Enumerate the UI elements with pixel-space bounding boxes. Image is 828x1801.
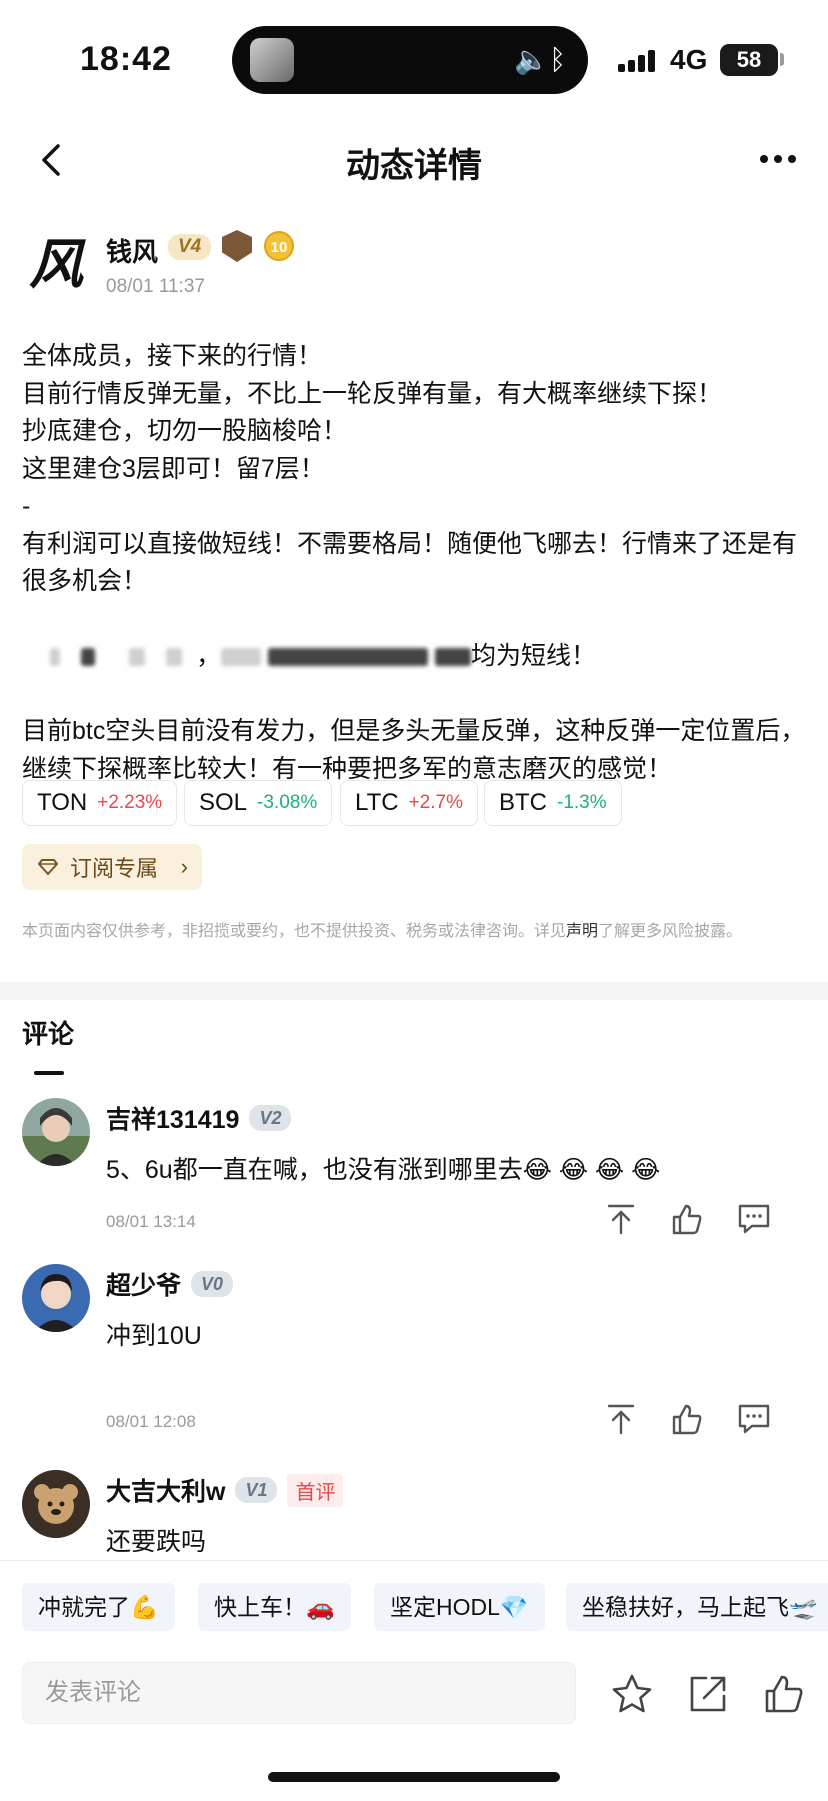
comment-author[interactable]: 大吉大利w V1 首评 xyxy=(106,1472,344,1508)
ticker-ton[interactable]: TON +2.23% xyxy=(22,780,178,826)
tab-indicator xyxy=(34,1071,64,1075)
post-timestamp: 08/01 11:37 xyxy=(106,276,205,297)
share-icon[interactable] xyxy=(686,1672,730,1716)
quick-reply-chip[interactable]: 快上车！🚗 xyxy=(198,1583,351,1631)
home-indicator[interactable] xyxy=(268,1772,560,1782)
cellular-signal-icon xyxy=(618,48,658,72)
post-author: 风 钱风 V4 10 08/01 11:37 xyxy=(0,228,828,308)
redacted-block xyxy=(435,648,472,667)
page-title: 动态详情 xyxy=(346,147,482,185)
ticker-symbol: TON xyxy=(37,789,88,816)
status-time: 18:42 xyxy=(80,40,172,78)
post-line-obscured: ， 均为短线！ xyxy=(22,601,806,714)
post-content: 全体成员，接下来的行情！ 目前行情反弹无量，不比上一轮反弹有量，有大概率继续下探… xyxy=(22,338,806,788)
comment-actions xyxy=(604,1402,784,1442)
section-divider xyxy=(0,982,828,1000)
redacted-block xyxy=(49,648,60,667)
redacted-block xyxy=(221,648,262,667)
more-icon[interactable] xyxy=(756,144,800,174)
like-icon[interactable] xyxy=(762,1672,806,1716)
pin-top-icon[interactable] xyxy=(604,1402,638,1436)
user-avatar[interactable] xyxy=(22,1098,90,1166)
author-level-badge: V4 xyxy=(168,234,212,260)
comment-text: 5、6u都一直在喊，也没有涨到哪里去😂 😂 😂 😂 xyxy=(106,1156,661,1184)
comment-input-bar: 发表评论 xyxy=(0,1650,828,1740)
comment-input[interactable]: 发表评论 xyxy=(22,1662,576,1724)
comment-item: 大吉大利w V1 首评 还要跌吗 xyxy=(0,1470,828,1556)
mute-bluetooth-icon: 🔈ᛒ xyxy=(514,44,566,75)
disclaimer: 本页面内容仅供参考，非招揽或要约，也不提供投资、税务或法律咨询。详见声明了解更多… xyxy=(22,920,806,944)
ticker-ltc[interactable]: LTC +2.7% xyxy=(340,780,478,826)
quick-reply-chip[interactable]: 冲就完了💪 xyxy=(22,1583,175,1631)
comment-author[interactable]: 吉祥131419 V2 xyxy=(106,1100,292,1136)
subscribe-button[interactable]: 订阅专属 › xyxy=(22,844,202,890)
post-line: - xyxy=(22,492,31,520)
comments-tab[interactable]: 评论 xyxy=(22,1014,74,1051)
ticker-change: +2.23% xyxy=(97,792,163,813)
comment-item: 吉祥131419 V2 5、6u都一直在喊，也没有涨到哪里去😂 😂 😂 😂 08… xyxy=(0,1098,828,1258)
statement-link[interactable]: 声明 xyxy=(566,923,598,940)
redacted-block xyxy=(129,648,146,667)
chevron-right-icon: › xyxy=(180,854,188,879)
comment-text: 冲到10U xyxy=(106,1322,202,1350)
ticker-symbol: BTC xyxy=(499,789,547,816)
comment-author[interactable]: 超少爷 V0 xyxy=(106,1266,234,1302)
post-line: 有利润可以直接做短线！不需要格局！随便他飞哪去！行情来了还是有很多机会！ xyxy=(22,529,798,596)
quick-reply-chip[interactable]: 坚定HODL💎 xyxy=(374,1583,545,1631)
network-type: 4G xyxy=(670,44,708,75)
author-avatar[interactable]: 风 xyxy=(24,232,88,296)
redacted-block xyxy=(268,648,429,667)
post-line-tail: 均为短线！ xyxy=(471,642,597,670)
disclaimer-text: 本页面内容仅供参考，非招揽或要约，也不提供投资、税务或法律咨询。详见 xyxy=(22,923,567,940)
user-level-badge: V0 xyxy=(191,1271,234,1297)
first-comment-tag: 首评 xyxy=(287,1473,344,1507)
pin-top-icon[interactable] xyxy=(604,1202,638,1236)
comment-text: 还要跌吗 xyxy=(106,1528,207,1556)
user-level-badge: V1 xyxy=(235,1477,278,1503)
post-line: 抄底建仓，切勿一股脑梭哈！ xyxy=(22,417,348,445)
rank-badge: 10 xyxy=(264,231,294,261)
reply-icon[interactable] xyxy=(736,1402,772,1436)
star-icon[interactable] xyxy=(610,1672,654,1716)
now-playing-thumbnail xyxy=(250,38,294,82)
ticker-sol[interactable]: SOL -3.08% xyxy=(184,780,333,826)
user-level-badge: V2 xyxy=(249,1105,292,1131)
quick-reply-bar: 冲就完了💪 快上车！🚗 坚定HODL💎 坐稳扶好，马上起飞🛫 xyxy=(0,1560,828,1644)
comment-item: 超少爷 V0 冲到10U 08/01 12:08 xyxy=(0,1264,828,1444)
post-line: 目前btc空头目前没有发力，但是多头无量反弹，这种反弹一定位置后，继续下探概率比… xyxy=(22,717,806,783)
status-bar: 18:42 🔈ᛒ 4G 58 xyxy=(0,0,828,120)
author-name[interactable]: 钱风 xyxy=(106,232,158,269)
post-line: 全体成员，接下来的行情！ xyxy=(22,342,323,370)
shield-badge-icon xyxy=(222,230,252,262)
diamond-icon xyxy=(38,859,58,875)
post-line: 这里建仓3层即可！留7层！ xyxy=(22,454,325,483)
disclaimer-text-end: 了解更多风险披露。 xyxy=(598,923,743,940)
user-avatar[interactable] xyxy=(22,1264,90,1332)
like-icon[interactable] xyxy=(670,1402,704,1436)
subscribe-label: 订阅专属 xyxy=(70,856,159,881)
dynamic-island[interactable]: 🔈ᛒ xyxy=(232,26,588,94)
comment-actions xyxy=(604,1202,784,1242)
ticker-change: -1.3% xyxy=(557,792,607,813)
comment-time: 08/01 12:08 xyxy=(106,1412,196,1431)
post-line: 目前行情反弹无量，不比上一轮反弹有量，有大概率继续下探！ xyxy=(22,379,723,408)
redacted-block xyxy=(166,648,183,667)
redacted-block xyxy=(80,648,95,667)
battery-icon: 58 xyxy=(720,44,778,76)
ticker-btc[interactable]: BTC -1.3% xyxy=(484,780,622,826)
comment-username: 大吉大利w xyxy=(106,1478,226,1506)
ticker-symbol: SOL xyxy=(199,789,248,816)
comment-username: 超少爷 xyxy=(106,1272,182,1300)
reply-icon[interactable] xyxy=(736,1202,772,1236)
ticker-change: -3.08% xyxy=(257,792,318,813)
ticker-change: +2.7% xyxy=(408,792,463,813)
nav-bar: 动态详情 xyxy=(0,120,828,200)
comment-username: 吉祥131419 xyxy=(106,1106,240,1134)
like-icon[interactable] xyxy=(670,1202,704,1236)
ticker-symbol: LTC xyxy=(355,789,399,816)
quick-reply-chip[interactable]: 坐稳扶好，马上起飞🛫 xyxy=(566,1583,828,1631)
battery-tip xyxy=(780,53,784,66)
user-avatar[interactable] xyxy=(22,1470,90,1538)
comment-time: 08/01 13:14 xyxy=(106,1212,196,1231)
